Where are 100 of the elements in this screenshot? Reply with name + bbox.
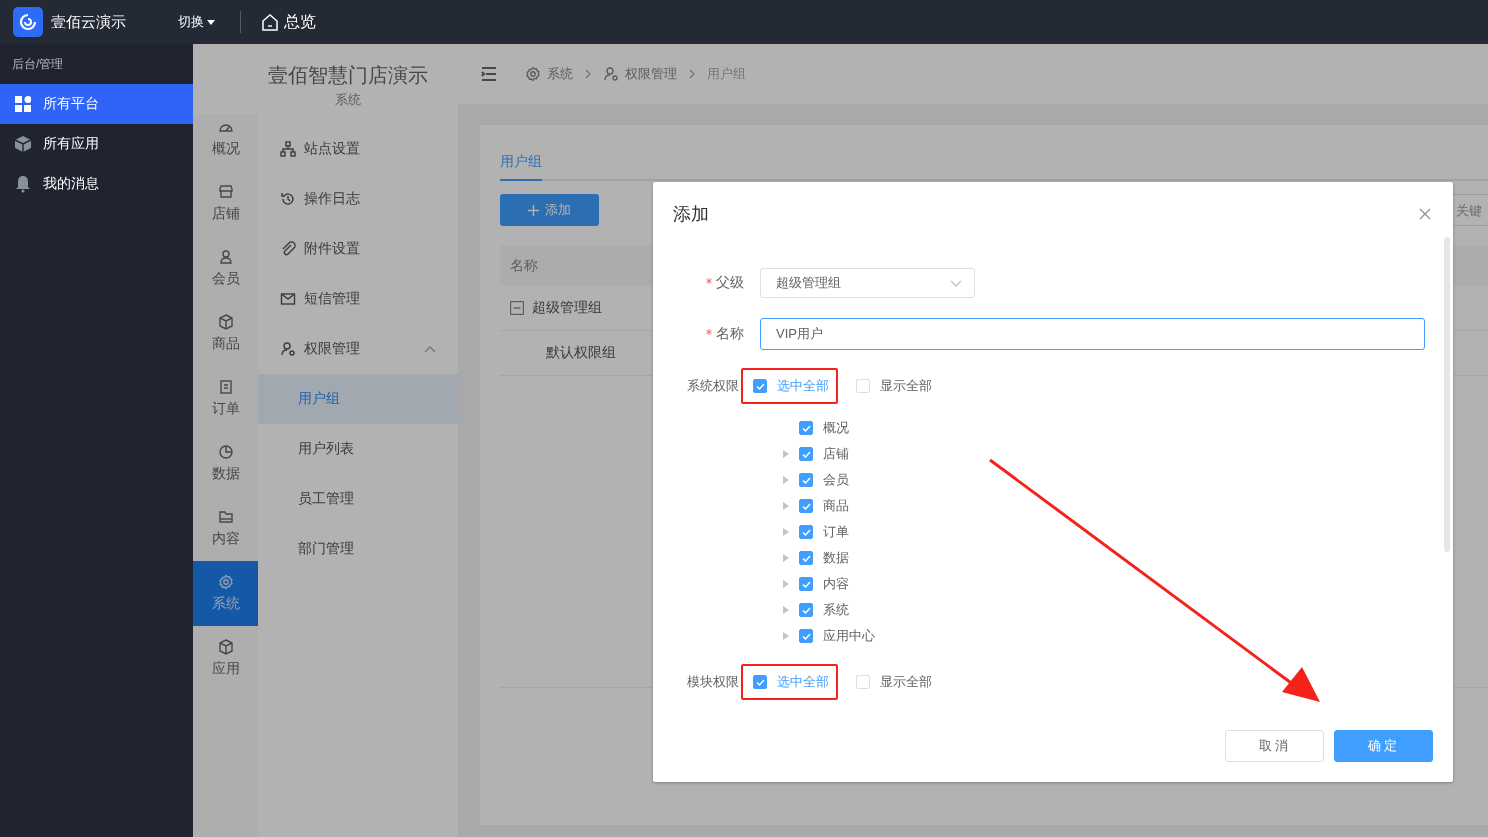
home-icon — [261, 13, 279, 31]
required-icon — [706, 329, 712, 335]
breadcrumb-link[interactable]: 权限管理 — [625, 65, 677, 83]
menu-icon — [481, 67, 497, 81]
checkbox[interactable]: 数据 — [799, 549, 849, 567]
expand-icon — [783, 554, 789, 562]
paperclip-icon — [280, 241, 296, 257]
user-key-icon — [603, 66, 619, 82]
checkbox[interactable]: 商品 — [799, 497, 849, 515]
checkbox[interactable]: 显示全部 — [856, 377, 932, 395]
chevron-right-icon — [585, 69, 591, 79]
checkbox[interactable]: 店铺 — [799, 445, 849, 463]
app-title: 壹佰智慧门店演示 — [267, 63, 429, 88]
check-icon — [755, 678, 765, 686]
field-label: 系统权限 — [687, 377, 740, 395]
cancel-button[interactable]: 取消 — [1225, 730, 1324, 762]
field-label: 名称 — [716, 325, 745, 343]
check-icon — [801, 580, 811, 588]
table-cell: 默认权限组 — [546, 344, 616, 362]
submenu-item[interactable]: 员工管理 — [258, 474, 458, 524]
gear-icon — [217, 574, 234, 590]
check-icon — [801, 450, 811, 458]
check-icon — [801, 502, 811, 510]
checkbox[interactable]: 系统 — [799, 601, 849, 619]
checkbox[interactable]: 应用中心 — [799, 627, 875, 645]
cube-icon — [217, 639, 234, 655]
gear-icon — [525, 66, 541, 82]
rail-item[interactable]: 店铺 — [193, 171, 258, 236]
check-icon — [801, 554, 811, 562]
rail-item[interactable]: 会员 — [193, 236, 258, 301]
caret-icon — [207, 19, 215, 25]
submenu-item[interactable]: 短信管理 — [258, 274, 458, 324]
chevron-right-icon — [689, 69, 695, 79]
sitemap-icon — [280, 141, 296, 157]
section-label: 后台/管理 — [11, 56, 65, 73]
checkbox[interactable]: 选中全部 — [753, 377, 829, 395]
check-icon — [801, 476, 811, 484]
expand-icon — [783, 606, 789, 614]
cube-icon — [15, 135, 31, 153]
switch-dropdown[interactable]: 切换 — [178, 13, 215, 31]
rail-item[interactable]: 数据 — [193, 431, 258, 496]
submenu-item[interactable]: 部门管理 — [258, 524, 458, 574]
box-icon — [217, 314, 234, 330]
dialog-title: 添加 — [673, 203, 709, 226]
checkbox[interactable]: 概况 — [799, 419, 849, 437]
pie-icon — [217, 444, 234, 460]
submenu-item[interactable]: 操作日志 — [258, 174, 458, 224]
brand-name: 壹佰云演示 — [51, 12, 126, 32]
required-icon — [706, 278, 712, 284]
submenu-item[interactable]: 权限管理 — [258, 324, 458, 374]
person-icon — [217, 249, 234, 265]
user-key-icon — [280, 341, 296, 357]
submenu-item[interactable]: 站点设置 — [258, 124, 458, 174]
name-field[interactable]: VIP用户 — [760, 318, 1425, 350]
checkbox[interactable]: 显示全部 — [856, 673, 932, 691]
app-subtitle: 系统 — [334, 91, 362, 109]
folder-icon — [217, 509, 234, 525]
rail-item[interactable]: 商品 — [193, 301, 258, 366]
chevron-icon — [950, 279, 962, 287]
check-icon — [801, 528, 811, 536]
logo-icon — [18, 12, 38, 32]
overview-link[interactable]: 总览 — [261, 11, 316, 33]
check-icon — [801, 424, 811, 432]
checkbox[interactable]: 内容 — [799, 575, 849, 593]
check-icon — [755, 382, 765, 390]
submenu-item[interactable]: 附件设置 — [258, 224, 458, 274]
envelope-icon — [280, 291, 296, 307]
table-cell: 超级管理组 — [532, 299, 602, 317]
check-icon — [801, 632, 811, 640]
sidebar-item[interactable]: 所有应用 — [0, 124, 193, 164]
rail-item[interactable]: 概况 — [193, 106, 258, 171]
rail-item[interactable]: 应用 — [193, 626, 258, 691]
expand-icon — [783, 632, 789, 640]
checkbox[interactable]: 订单 — [799, 523, 849, 541]
check-icon — [801, 606, 811, 614]
select-field[interactable]: 超级管理组 — [760, 268, 975, 298]
grid-icon — [15, 95, 31, 113]
storefront-icon — [217, 184, 234, 200]
checkbox[interactable]: 选中全部 — [753, 673, 829, 691]
clipboard-icon — [217, 379, 234, 395]
history-icon — [280, 191, 296, 207]
expand-icon — [783, 528, 789, 536]
submenu-item[interactable]: 用户列表 — [258, 424, 458, 474]
expand-icon — [783, 580, 789, 588]
expand-icon — [783, 502, 789, 510]
plus-icon — [528, 204, 539, 216]
checkbox[interactable]: 会员 — [799, 471, 849, 489]
bell-icon — [15, 175, 31, 193]
sidebar-item[interactable]: 所有平台 — [0, 84, 193, 124]
breadcrumb-link[interactable]: 系统 — [547, 65, 573, 83]
close-icon — [1419, 208, 1431, 220]
close-button[interactable] — [1419, 208, 1431, 220]
rail-item[interactable]: 订单 — [193, 366, 258, 431]
field-label: 父级 — [716, 274, 745, 292]
expand-icon — [783, 450, 789, 458]
sidebar-item[interactable]: 我的消息 — [0, 164, 193, 204]
expand-icon — [783, 476, 789, 484]
rail-item[interactable]: 内容 — [193, 496, 258, 561]
field-label: 模块权限 — [687, 673, 740, 691]
column-header: 名称 — [510, 257, 538, 275]
